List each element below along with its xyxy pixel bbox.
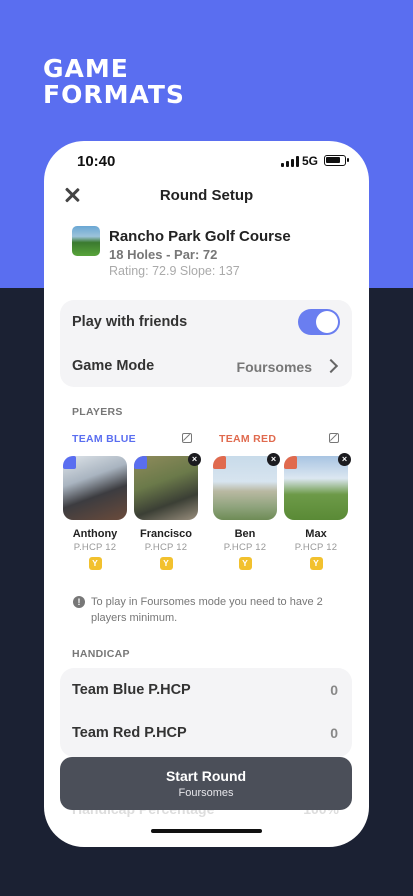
remove-player-icon[interactable]: ×	[267, 453, 280, 466]
player-hcp: P.HCP 12	[294, 542, 338, 553]
handicap-card: Team Blue P.HCP 0 Team Red P.HCP 0	[60, 668, 352, 757]
team-color-chip	[213, 456, 226, 469]
player-card[interactable]: × Ben P.HCP 12 Y	[213, 453, 280, 570]
remove-player-icon[interactable]: ×	[338, 453, 351, 466]
course-thumbnail	[72, 226, 100, 256]
setup-card: Play with friends Game Mode Foursomes	[60, 300, 352, 387]
tee-badge: Y	[88, 557, 102, 570]
team-color-chip	[134, 456, 147, 469]
battery-icon	[324, 155, 349, 166]
tee-badge: Y	[238, 557, 252, 570]
info-message: To play in Foursomes mode you need to ha…	[91, 596, 323, 624]
tee-badge: Y	[309, 557, 323, 570]
team-blue-hcp-label: Team Blue P.HCP	[72, 682, 191, 698]
team-blue-label: TEAM BLUE	[72, 433, 136, 445]
player-card[interactable]: × Max P.HCP 12 Y	[284, 453, 351, 570]
promo-headline: GAME FORMATS	[43, 56, 185, 108]
player-hcp: P.HCP 12	[144, 542, 188, 553]
play-with-friends-toggle[interactable]	[298, 309, 340, 335]
toggle-knob	[316, 311, 338, 333]
player-photo	[284, 456, 348, 520]
headline-line-1: GAME	[43, 54, 129, 83]
start-round-button[interactable]: Start Round Foursomes	[60, 757, 352, 810]
phone-screen: 10:40 5G Round Setup Rancho Park Golf Co…	[44, 141, 369, 847]
player-photo	[134, 456, 198, 520]
player-card[interactable]: Anthony P.HCP 12 Y	[63, 456, 127, 570]
team-red-hcp-label: Team Red P.HCP	[72, 725, 187, 741]
play-with-friends-label: Play with friends	[72, 314, 188, 330]
team-color-chip	[284, 456, 297, 469]
chevron-right-icon[interactable]	[326, 360, 336, 370]
team-red-hcp-value[interactable]: 0	[330, 725, 338, 741]
remove-player-icon[interactable]: ×	[188, 453, 201, 466]
edit-team-blue-icon[interactable]	[182, 433, 192, 443]
player-photo	[63, 456, 127, 520]
course-name: Rancho Park Golf Course	[109, 228, 291, 245]
course-summary: Rancho Park Golf Course 18 Holes - Par: …	[72, 226, 352, 281]
start-round-label: Start Round	[165, 768, 247, 784]
network-label: 5G	[302, 154, 319, 168]
player-hcp: P.HCP 12	[223, 542, 267, 553]
headline-line-2: FORMATS	[43, 80, 185, 109]
players-header: PLAYERS	[72, 406, 123, 418]
nav-bar: Round Setup	[44, 181, 369, 211]
team-blue-hcp-value[interactable]: 0	[330, 682, 338, 698]
status-bar: 10:40 5G	[44, 141, 369, 181]
player-name: Ben	[234, 528, 256, 540]
team-color-chip	[63, 456, 76, 469]
page-title: Round Setup	[159, 187, 254, 204]
course-rating-slope: Rating: 72.9 Slope: 137	[109, 264, 240, 278]
home-indicator[interactable]	[151, 829, 262, 833]
player-name: Francisco	[140, 528, 192, 540]
handicap-header: HANDICAP	[72, 648, 130, 660]
game-mode-value[interactable]: Foursomes	[237, 359, 312, 375]
start-round-subtitle: Foursomes	[178, 787, 234, 799]
tee-badge: Y	[159, 557, 173, 570]
player-name: Anthony	[72, 528, 118, 540]
player-photo	[213, 456, 277, 520]
status-time: 10:40	[77, 153, 116, 170]
edit-team-red-icon[interactable]	[329, 433, 339, 443]
player-name: Max	[305, 528, 327, 540]
game-mode-label[interactable]: Game Mode	[72, 358, 154, 374]
team-red-label: TEAM RED	[219, 433, 277, 445]
player-card[interactable]: × Francisco P.HCP 12 Y	[134, 453, 201, 570]
player-hcp: P.HCP 12	[73, 542, 117, 553]
info-icon: !	[73, 596, 85, 608]
course-holes-par: 18 Holes - Par: 72	[109, 247, 218, 262]
signal-icon	[281, 156, 299, 167]
